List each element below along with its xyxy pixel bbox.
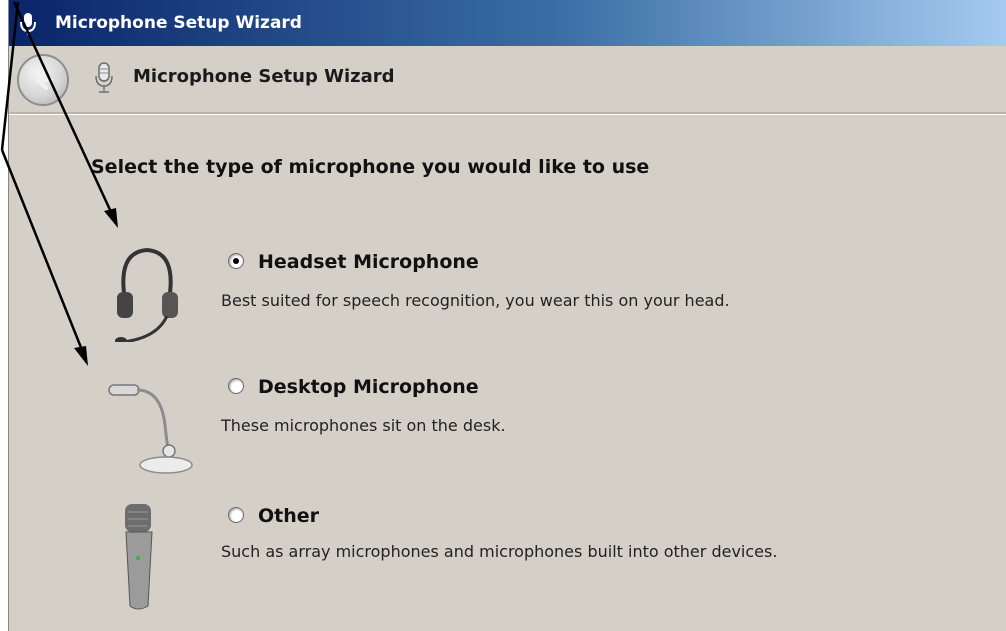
title-bar[interactable]: Microphone Setup Wizard bbox=[9, 0, 1006, 46]
headset-image bbox=[107, 242, 187, 346]
desktop-radio[interactable] bbox=[228, 378, 244, 394]
headset-description: Best suited for speech recognition, you … bbox=[221, 291, 730, 310]
back-arrow-icon bbox=[36, 70, 53, 90]
desktop-label[interactable]: Desktop Microphone bbox=[258, 376, 479, 398]
microphone-icon bbox=[15, 11, 41, 41]
other-description: Such as array microphones and microphone… bbox=[221, 542, 778, 561]
page-heading: Select the type of microphone you would … bbox=[91, 156, 650, 178]
handheld-microphone-image bbox=[119, 502, 159, 616]
wizard-nav-title: Microphone Setup Wizard bbox=[133, 66, 395, 87]
option-headset[interactable]: Headset Microphone Best suited for speec… bbox=[9, 230, 1006, 345]
microphone-icon bbox=[93, 62, 115, 98]
radio-selected-dot bbox=[233, 258, 239, 264]
wizard-window: Microphone Setup Wizard Microphone Setup… bbox=[8, 0, 1006, 631]
desktop-description: These microphones sit on the desk. bbox=[221, 416, 506, 435]
window-title: Microphone Setup Wizard bbox=[55, 13, 302, 33]
other-label[interactable]: Other bbox=[258, 505, 319, 527]
navigation-bar: Microphone Setup Wizard bbox=[9, 46, 1006, 112]
divider bbox=[9, 112, 1006, 115]
option-desktop[interactable]: Desktop Microphone These microphones sit… bbox=[9, 355, 1006, 474]
option-other[interactable]: Other Such as array microphones and micr… bbox=[9, 490, 1006, 620]
headset-radio[interactable] bbox=[228, 253, 244, 269]
other-radio[interactable] bbox=[228, 507, 244, 523]
back-button[interactable] bbox=[17, 54, 69, 106]
headset-label[interactable]: Headset Microphone bbox=[258, 251, 479, 273]
desktop-microphone-image bbox=[101, 365, 196, 479]
